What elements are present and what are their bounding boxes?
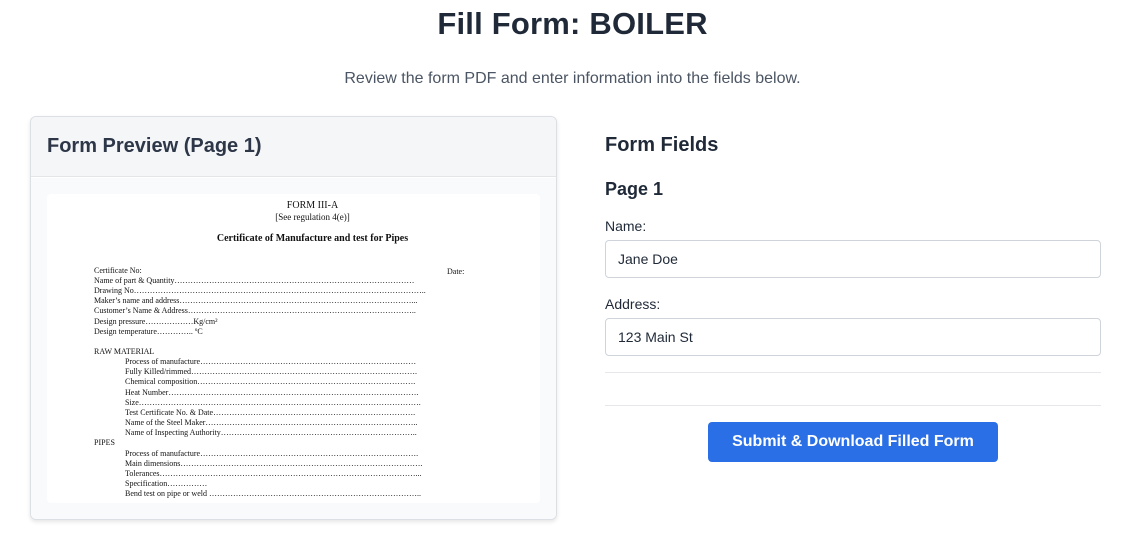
pdf-line: Tolerances………………………………………………………………………………… <box>125 469 422 478</box>
pdf-page-image: FORM III-A [See regulation 4(e)] Certifi… <box>47 194 540 503</box>
section-divider <box>605 372 1101 373</box>
pdf-line: Test Certificate No. & Date…………………………………… <box>125 408 416 417</box>
page-title: Fill Form: BOILER <box>437 6 708 41</box>
pdf-line: Main dimensions…………………………………………………………………… <box>125 459 423 468</box>
submit-download-button[interactable]: Submit & Download Filled Form <box>708 422 998 462</box>
pdf-line: Name of Inspecting Authority………………………………… <box>125 428 417 437</box>
form-preview-header: Form Preview (Page 1) <box>31 117 556 177</box>
page-section-heading: Page 1 <box>605 179 664 199</box>
pdf-line: Drawing No………………………………………………………………………………… <box>94 286 426 295</box>
name-label: Name: <box>605 218 647 234</box>
pdf-line: Specification…………… <box>125 479 208 488</box>
pdf-line: Bend test on pipe or weld ……………………………………… <box>125 489 421 498</box>
pdf-form-number: FORM III-A <box>286 200 339 211</box>
pdf-line: Customer’s Name & Address………………………………………… <box>94 306 416 315</box>
pdf-line: Design temperature………….. ºC <box>94 327 203 336</box>
pdf-section-raw-material: RAW MATERIAL <box>94 347 155 356</box>
pdf-line: Heat Number……………………………………………………………………………… <box>125 388 419 397</box>
address-input[interactable] <box>605 318 1101 356</box>
pdf-line: Maker’s name and address…………………………………………… <box>94 296 418 305</box>
pdf-line: Size……………………………………………………………………………………………. <box>125 398 421 407</box>
form-preview-title: Form Preview (Page 1) <box>47 135 262 157</box>
name-input[interactable] <box>605 240 1101 278</box>
actions-divider <box>605 405 1101 406</box>
pdf-line: Name of the Steel Maker……………………………………………… <box>125 418 418 427</box>
pdf-date-label: Date: <box>447 267 465 276</box>
form-fields-heading: Form Fields <box>605 134 719 156</box>
pdf-line: Process of manufacture………………………………………………… <box>125 449 419 458</box>
pdf-line: Name of part & Quantity……………………………………………… <box>94 276 415 285</box>
form-preview-body[interactable]: FORM III-A [See regulation 4(e)] Certifi… <box>31 178 556 519</box>
pdf-line: Certificate No: <box>94 266 142 275</box>
pdf-line: Fully Killed/rimmed………………………………………………………… <box>125 367 417 376</box>
pdf-line: Design pressure………………Kg/cm² <box>94 317 218 326</box>
pdf-line: Chemical composition……………………………………………………… <box>125 377 416 386</box>
pdf-heading: Certificate of Manufacture and test for … <box>216 233 409 244</box>
form-preview-card: Form Preview (Page 1) FORM III-A [See re… <box>30 116 557 520</box>
pdf-section-pipes: PIPES <box>94 438 115 447</box>
pdf-line: Process of manufacture………………………………………………… <box>125 357 417 366</box>
pdf-regulation: [See regulation 4(e)] <box>275 212 350 222</box>
page-subtitle: Review the form PDF and enter informatio… <box>344 70 801 87</box>
address-label: Address: <box>605 296 661 312</box>
